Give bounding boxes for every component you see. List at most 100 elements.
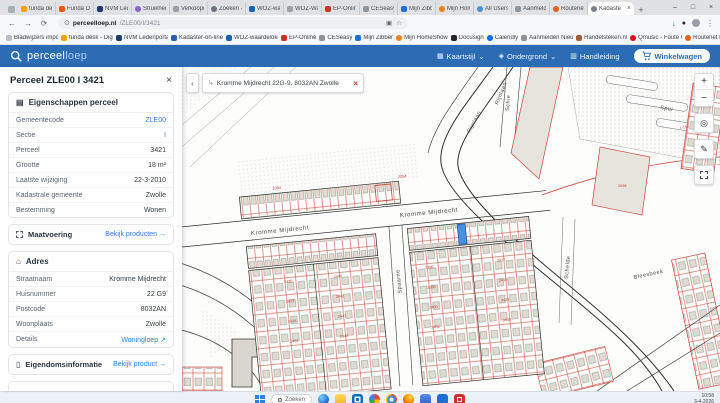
- map-canvas[interactable]: Kromme Mijdrecht Kromme Mijdrecht Spaarn…: [182, 67, 720, 391]
- map-search-input[interactable]: [217, 80, 350, 87]
- clear-search-icon[interactable]: ×: [353, 79, 358, 88]
- clock-date: 3-4-2026: [694, 400, 714, 403]
- close-window-button[interactable]: ×: [702, 0, 720, 15]
- minimize-button[interactable]: –: [666, 0, 684, 15]
- bookmark-homeshow[interactable]: Mijn HomeShow: [396, 35, 448, 41]
- select-area-button[interactable]: [694, 165, 714, 185]
- tab-homeshow[interactable]: Mijn Home: [436, 2, 474, 15]
- bookmark-nvm[interactable]: NVM Ledenportaal | N...: [116, 35, 168, 41]
- bookmark-qmusic[interactable]: Qmusic - Foute Uur -...: [630, 35, 682, 41]
- bookmark-import[interactable]: Bladwijzers importere...: [6, 35, 58, 41]
- copilot-icon[interactable]: [318, 394, 329, 403]
- logo-text-perceel: perceel: [27, 50, 65, 62]
- bookmark-zibber[interactable]: Mijn Zibber: [355, 35, 393, 41]
- browser-tab-strip: funda desk Funda Des NVM Leden Struikhei…: [0, 0, 720, 15]
- handleiding-button[interactable]: ▥Handleiding: [570, 52, 619, 61]
- tab-nvm[interactable]: NVM Leden: [94, 2, 132, 15]
- bookmark-calendly[interactable]: Calendly: [487, 35, 518, 41]
- lock-favicon: [363, 6, 369, 12]
- building-block: [592, 147, 650, 215]
- download-icon[interactable]: ↓: [672, 19, 676, 28]
- tab-funda-desk[interactable]: funda desk: [18, 2, 56, 15]
- calculator-icon[interactable]: [420, 394, 431, 403]
- tab-close-icon[interactable]: ×: [627, 5, 631, 12]
- panel-collapse-button[interactable]: ‹: [186, 73, 199, 93]
- microsoft-store-icon[interactable]: [352, 394, 363, 403]
- app-logo[interactable]: perceelloep: [10, 50, 87, 63]
- bookmark-woz[interactable]: WOZ-waardeloket: [226, 35, 278, 41]
- panel-close-icon[interactable]: ×: [166, 75, 172, 86]
- photos-icon[interactable]: [369, 394, 380, 403]
- svg-text:2447: 2447: [338, 314, 347, 319]
- tab-zoeken[interactable]: Zoeken - G: [208, 2, 246, 15]
- tab-aanmelden[interactable]: Aanmelder: [512, 2, 550, 15]
- browser-menu-icon[interactable]: ⋮: [706, 19, 714, 28]
- bookmark-star-icon[interactable]: ☆: [396, 19, 402, 27]
- picture-in-picture-icon[interactable]: ▣: [386, 19, 392, 27]
- bekijk-producten-link[interactable]: Bekijk producten →: [105, 231, 166, 238]
- tab-woz-waardeloket[interactable]: WOZ-waar: [246, 2, 284, 15]
- locate-button[interactable]: ◎: [694, 113, 714, 133]
- tab-ceseasy[interactable]: CESeasy: [360, 2, 398, 15]
- bookmark-ceseasy[interactable]: CESeasy: [319, 35, 352, 41]
- taskbar-search[interactable]: Zoeken: [271, 394, 312, 403]
- cutoff-card: [8, 381, 174, 391]
- new-tab-button[interactable]: +: [634, 5, 648, 15]
- doc-favicon: [173, 6, 179, 12]
- street-label-schie: Schie: [505, 94, 512, 111]
- back-icon[interactable]: ←: [6, 19, 18, 28]
- chrome-icon[interactable]: [386, 394, 397, 403]
- winkelwagen-button[interactable]: Winkelwagen: [634, 49, 710, 63]
- windows-start-button[interactable]: [255, 395, 265, 403]
- docs-app-icon[interactable]: [437, 394, 448, 403]
- svg-text:2453: 2453: [290, 339, 299, 344]
- zoom-in-button[interactable]: +: [694, 74, 714, 90]
- cadastral-map: Kromme Mijdrecht Kromme Mijdrecht Spaarn…: [182, 67, 720, 391]
- firefox-icon[interactable]: [403, 394, 414, 403]
- map-search-bar[interactable]: ↳ ×: [202, 73, 364, 93]
- mic-favicon: [515, 6, 521, 12]
- selected-parcel-3421[interactable]: [457, 224, 467, 245]
- address-bar[interactable]: ⊙ perceelloep.nl /ZLE00/I/3421 ▣ ☆: [58, 17, 408, 29]
- woningloep-link[interactable]: Woningloep ↗: [121, 336, 166, 344]
- funda-favicon: [61, 35, 67, 41]
- zoom-control: + −: [694, 73, 714, 107]
- pinned-tab[interactable]: [4, 3, 18, 15]
- acrobat-icon[interactable]: [454, 394, 465, 403]
- tab-ep-online[interactable]: EP-Online: [322, 2, 360, 15]
- zoom-out-button[interactable]: −: [694, 90, 714, 106]
- site-settings-icon[interactable]: ⊙: [64, 19, 70, 27]
- ep-favicon: [281, 35, 287, 41]
- tab-struikheide[interactable]: Struikhei 1: [132, 2, 170, 15]
- extension-icon[interactable]: ●: [682, 20, 686, 27]
- svg-text:2386: 2386: [425, 265, 434, 270]
- tab-routenet[interactable]: Routenet F: [550, 2, 588, 15]
- reload-icon[interactable]: ⟳: [38, 19, 50, 28]
- maximize-button[interactable]: □: [684, 0, 702, 15]
- bookmark-routenet[interactable]: Routenet Routeplanner: [685, 35, 720, 41]
- tab-zibber[interactable]: Mijn Zibbe: [398, 2, 436, 15]
- tab-verkooprapport[interactable]: Verkooprapp: [170, 2, 208, 15]
- zibber-favicon: [355, 35, 361, 41]
- bekijk-product-link[interactable]: Bekijk product →: [113, 361, 166, 368]
- bookmark-ep-online[interactable]: EP-Online: [281, 35, 316, 41]
- tab-funda[interactable]: Funda Des: [56, 2, 94, 15]
- bookmark-handelsteken[interactable]: Handelsteken.nl: [576, 35, 627, 41]
- bookmark-docusign[interactable]: Docusign: [451, 35, 484, 41]
- profile-avatar[interactable]: [692, 19, 700, 27]
- bookmark-funda[interactable]: funda desk - Digimak...: [61, 35, 113, 41]
- sectie-link[interactable]: I: [164, 132, 166, 139]
- tab-all-users[interactable]: All Users E: [474, 2, 512, 15]
- ondergrond-button[interactable]: ◈Ondergrond⌄: [499, 52, 557, 61]
- taskbar-clock[interactable]: 10:58 3-4-2026: [694, 394, 714, 403]
- file-explorer-icon[interactable]: [335, 394, 346, 403]
- bookmark-aanmelden[interactable]: Aanmelden Nieuwe K...: [521, 35, 573, 41]
- draw-button[interactable]: ✎: [694, 139, 714, 159]
- forward-icon[interactable]: →: [22, 19, 34, 28]
- tab-woz-waarde[interactable]: WOZ-Waardel: [284, 2, 322, 15]
- svg-text:3419: 3419: [499, 278, 508, 283]
- bookmark-kadaster[interactable]: Kadaster-on-line: [171, 35, 223, 41]
- gemeentecode-link[interactable]: ZLE00: [145, 117, 166, 124]
- kaartstijl-button[interactable]: ▦Kaartstijl⌄: [437, 52, 485, 61]
- tab-kadaster-active[interactable]: Kadaste×: [588, 2, 634, 15]
